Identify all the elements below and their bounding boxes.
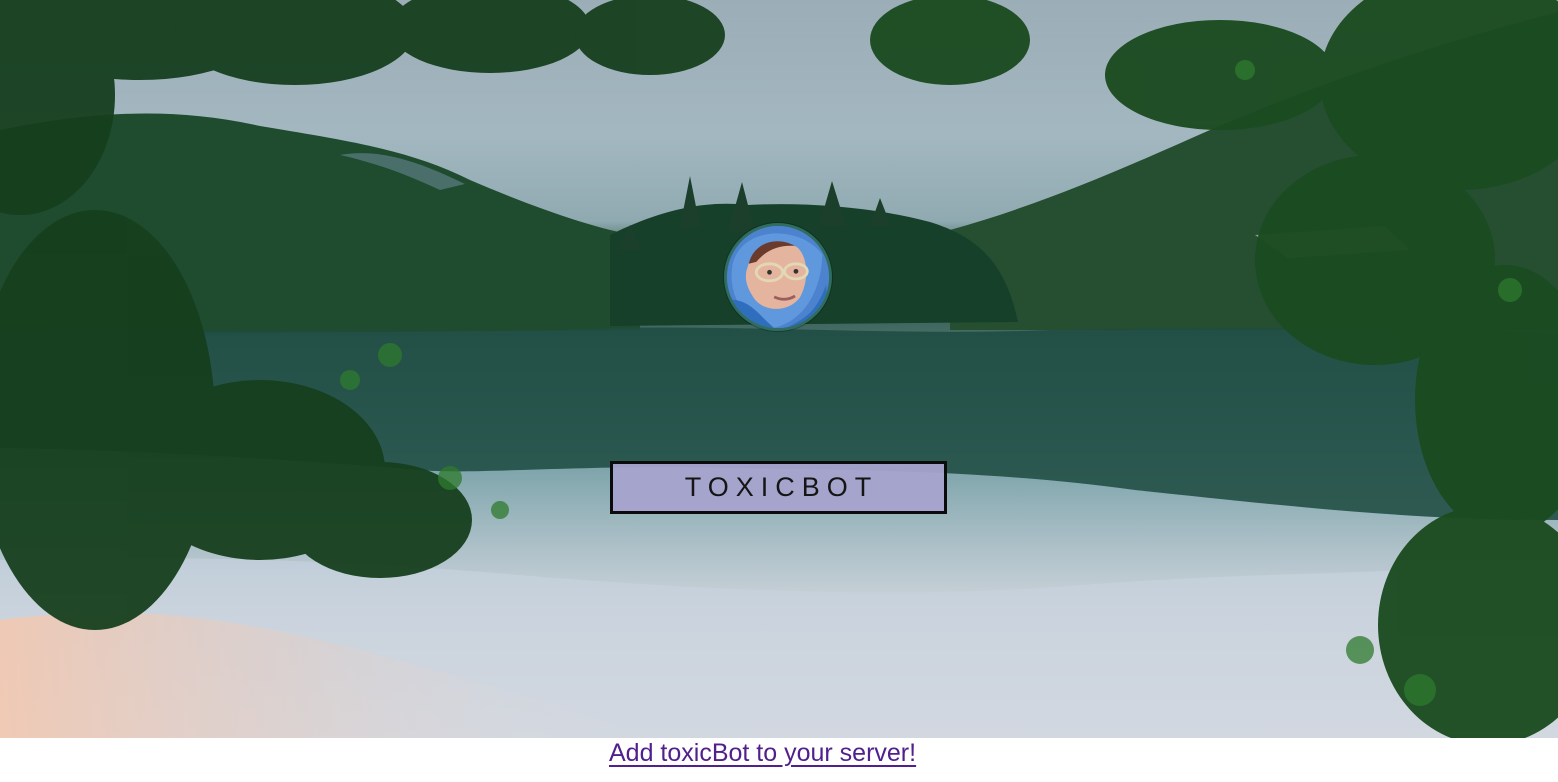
avatar-portrait — [727, 226, 829, 328]
lake-forest-scene — [0, 0, 1558, 738]
add-bot-link[interactable]: Add toxicBot to your server! — [609, 738, 950, 768]
bot-title-box: TOXICBOT — [610, 461, 947, 514]
hero-background-image: TOXICBOT — [0, 0, 1558, 738]
bot-title: TOXICBOT — [684, 472, 879, 502]
bot-avatar — [724, 223, 832, 331]
